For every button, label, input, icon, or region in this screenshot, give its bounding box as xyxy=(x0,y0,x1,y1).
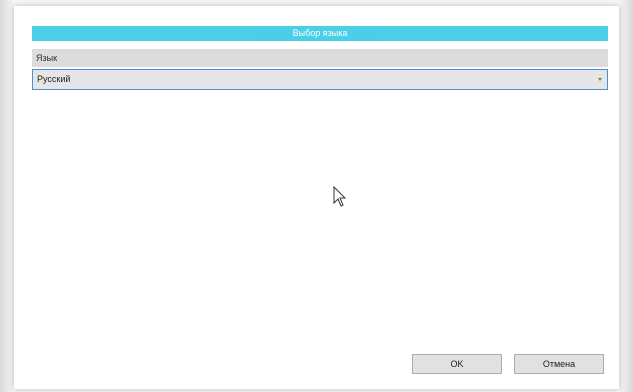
language-select-value: Русский xyxy=(37,74,71,84)
chevron-down-icon[interactable] xyxy=(598,78,602,81)
cancel-button[interactable]: Отмена xyxy=(514,354,604,374)
screen-background: Выбор языка Язык Русский OK Отмена xyxy=(0,0,633,392)
language-dialog: Выбор языка Язык Русский OK Отмена xyxy=(14,6,619,389)
dialog-title-bar: Выбор языка xyxy=(32,26,608,41)
ok-button[interactable]: OK xyxy=(412,354,502,374)
language-field-label: Язык xyxy=(32,49,608,67)
language-select[interactable]: Русский xyxy=(32,69,608,90)
mouse-pointer-icon xyxy=(333,186,347,207)
